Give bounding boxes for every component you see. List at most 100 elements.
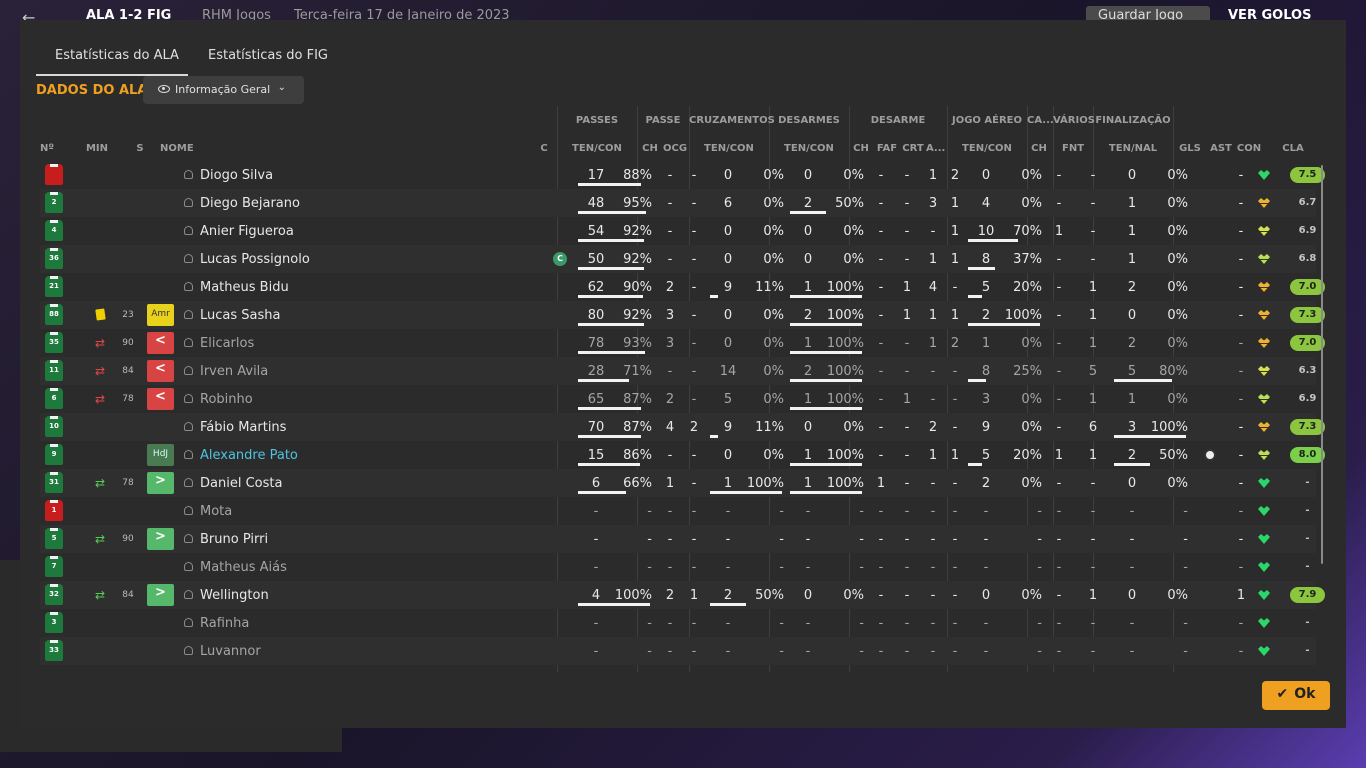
tackle-ch: - — [878, 644, 884, 659]
passe-ocg: 1 — [689, 588, 699, 603]
column-header-varios_fnt[interactable]: FNT — [1062, 143, 1084, 154]
column-header-passe_ch[interactable]: CH — [641, 143, 659, 154]
table-row[interactable]: 10 Fábio Martins 70 87% 4 2 9 11% 0 0% - -2-9 0% -6 3 1… — [40, 413, 1325, 441]
scrollbar[interactable] — [1321, 165, 1323, 564]
column-header-desarmes[interactable]: TEN/CON — [783, 143, 835, 154]
player-name[interactable]: Rafinha — [200, 616, 249, 631]
table-row[interactable]: 88 23 Amr Lucas Sasha 80 92% 3-0 0% 2 100% -1 1 1 2 10… — [40, 301, 1325, 329]
passes-percent: 92% — [623, 308, 652, 323]
minute-value: 78 — [122, 478, 134, 488]
column-header-name[interactable]: NOME — [160, 143, 194, 154]
condition-heart-icon — [1257, 644, 1271, 658]
column-header-aereo[interactable]: TEN/CON — [961, 143, 1013, 154]
shirt-number-icon: 35 — [45, 332, 63, 353]
column-header-cla[interactable]: CLA — [1280, 143, 1306, 154]
tackle-a: - — [952, 476, 958, 491]
player-name[interactable]: Wellington — [200, 588, 269, 603]
column-header-gls[interactable]: GLS — [1178, 143, 1202, 154]
player-name[interactable]: Matheus Bidu — [200, 280, 289, 295]
table-row[interactable]: 21 Matheus Bidu 62 90% 2-9 11% 1 100% -1 4-5 20% -1… — [40, 273, 1325, 301]
player-name[interactable]: Alexandre Pato — [200, 448, 298, 463]
condition-fill — [1258, 310, 1270, 320]
shots-count: 1 — [1127, 196, 1137, 211]
player-name[interactable]: Fábio Martins — [200, 420, 286, 435]
tackle-faf: - — [904, 560, 910, 575]
column-header-passe_ocg[interactable]: OCG — [663, 143, 687, 154]
table-row[interactable]: 33 Luvannor - - - - - - - - - - - - - - - - - - - - — [40, 637, 1316, 665]
table-row[interactable]: 1 Mota - - - - - - - - - - - - - - - - - - - - — [40, 497, 1316, 525]
rating-badge: - — [1305, 505, 1310, 516]
player-name[interactable]: Lucas Possignolo — [200, 252, 310, 267]
player-name[interactable]: Diego Bejarano — [200, 196, 300, 211]
tackle-ch: - — [878, 280, 884, 295]
player-name[interactable]: Luvannor — [200, 644, 261, 659]
column-header-c[interactable]: C — [538, 143, 550, 154]
table-row[interactable]: 36 Lucas Possignolo C 50 92% - -0 0% 0 0% - -1 1 8 37%… — [40, 245, 1316, 273]
tackles-count: - — [805, 532, 811, 547]
table-row[interactable]: 11 ⇄ 84 < Irven Avila 28 71% - -14 0% 2 100% - - - -8 25… — [40, 357, 1316, 385]
ok-button[interactable]: ✔ Ok — [1262, 681, 1330, 710]
person-icon — [184, 618, 193, 627]
person-icon — [184, 254, 193, 263]
column-header-ca_ch[interactable]: CH — [1030, 143, 1048, 154]
table-row[interactable]: 7 Matheus Aiás - - - - - - - - - - - - - - - - - - - - — [40, 553, 1316, 581]
crosses-count: 0 — [723, 224, 733, 239]
shirt-number-icon: 33 — [45, 640, 63, 661]
player-name[interactable]: Elicarlos — [200, 336, 254, 351]
tackles-percent: 100% — [826, 308, 864, 323]
column-header-des_crt[interactable]: CRT — [902, 143, 924, 154]
crosses-percent: 0% — [763, 336, 784, 351]
tackle-a: - — [952, 560, 958, 575]
aerial-count: 8 — [981, 252, 991, 267]
ca-ch: - — [1056, 420, 1062, 435]
column-header-passes[interactable]: TEN/CON — [571, 143, 623, 154]
assists: - — [1238, 252, 1244, 267]
player-name[interactable]: Matheus Aiás — [200, 560, 287, 575]
crosses-percent: 100% — [746, 476, 784, 491]
table-row[interactable]: Diogo Silva 17 88% - -0 0% 0 0% - -1 2 0 0% - -0 0% -7.5 — [40, 161, 1325, 189]
tackles-count: - — [805, 560, 811, 575]
player-name[interactable]: Daniel Costa — [200, 476, 282, 491]
passes-percent: 87% — [623, 392, 652, 407]
table-row[interactable]: 9 HdJ Alexandre Pato 15 86% - -0 0% 1 100% - -1 1 5 20… — [40, 441, 1325, 469]
column-header-s[interactable]: S — [134, 143, 146, 154]
table-row[interactable]: 5 ⇄ 90 > Bruno Pirri - - - - - - - - - - - - - - - - - - - - — [40, 525, 1316, 553]
table-row[interactable]: 32 ⇄ 84 > Wellington 4 100% 2 1 2 50% 0 0% - - - -0 0% -1 0… — [40, 581, 1325, 609]
column-header-final[interactable]: TEN/NAL — [1107, 143, 1159, 154]
player-name[interactable]: Anier Figueroa — [200, 224, 294, 239]
passe-ch: - — [667, 168, 673, 183]
column-header-con[interactable]: CON — [1236, 143, 1262, 154]
passe-ocg: - — [691, 252, 697, 267]
player-name[interactable]: Diogo Silva — [200, 168, 273, 183]
table-row[interactable]: 4 Anier Figueroa 54 92% - -0 0% 0 0% - - -1 10 70% 1-1… — [40, 217, 1316, 245]
crosses-percent: 0% — [763, 392, 784, 407]
player-name[interactable]: Irven Avila — [200, 364, 268, 379]
tackles-count: - — [805, 616, 811, 631]
passe-ch: - — [667, 504, 673, 519]
table-row[interactable]: 2 Diego Bejarano 48 95% - -6 0% 2 50% - -3 1 4 0% - -1 0… — [40, 189, 1316, 217]
column-header-min[interactable]: MIN — [85, 143, 109, 154]
table-row[interactable]: 3 Rafinha - - - - - - - - - - - - - - - - - - - - — [40, 609, 1316, 637]
shots-count: 0 — [1127, 476, 1137, 491]
column-header-des_faf[interactable]: FAF — [876, 143, 898, 154]
column-header-no[interactable]: Nº — [40, 143, 54, 154]
column-header-des_ch[interactable]: CH — [852, 143, 870, 154]
substitution-icon: ⇄ — [95, 336, 106, 350]
tackles-count: 0 — [803, 252, 813, 267]
column-header-des_a[interactable]: A... — [926, 143, 945, 154]
passe-ch: 3 — [665, 336, 675, 351]
player-name[interactable]: Bruno Pirri — [200, 532, 268, 547]
ca-ch: 1 — [1054, 448, 1064, 463]
rating-badge: - — [1305, 533, 1310, 544]
table-row[interactable]: 6 ⇄ 78 < Robinho 65 87% 2-5 0% 1 100% -1- -3 0% -1 1 0% -… — [40, 385, 1316, 413]
player-name[interactable]: Mota — [200, 504, 232, 519]
table-row[interactable]: 31 ⇄ 78 > Daniel Costa 6 66% 1 - 1 100% 1 100% 1 - - - 2 0… — [40, 469, 1316, 497]
column-header-ast[interactable]: AST — [1210, 143, 1232, 154]
player-name[interactable]: Lucas Sasha — [200, 308, 280, 323]
shirt-number-icon: 1 — [45, 500, 63, 521]
passes-count: - — [593, 504, 599, 519]
passes-count: 17 — [587, 168, 605, 183]
player-name[interactable]: Robinho — [200, 392, 253, 407]
column-header-cruz[interactable]: TEN/CON — [703, 143, 755, 154]
table-row[interactable]: 35 ⇄ 90 < Elicarlos 78 93% 3-0 0% 1 100% - -1 2 1 0% -1 2… — [40, 329, 1325, 357]
